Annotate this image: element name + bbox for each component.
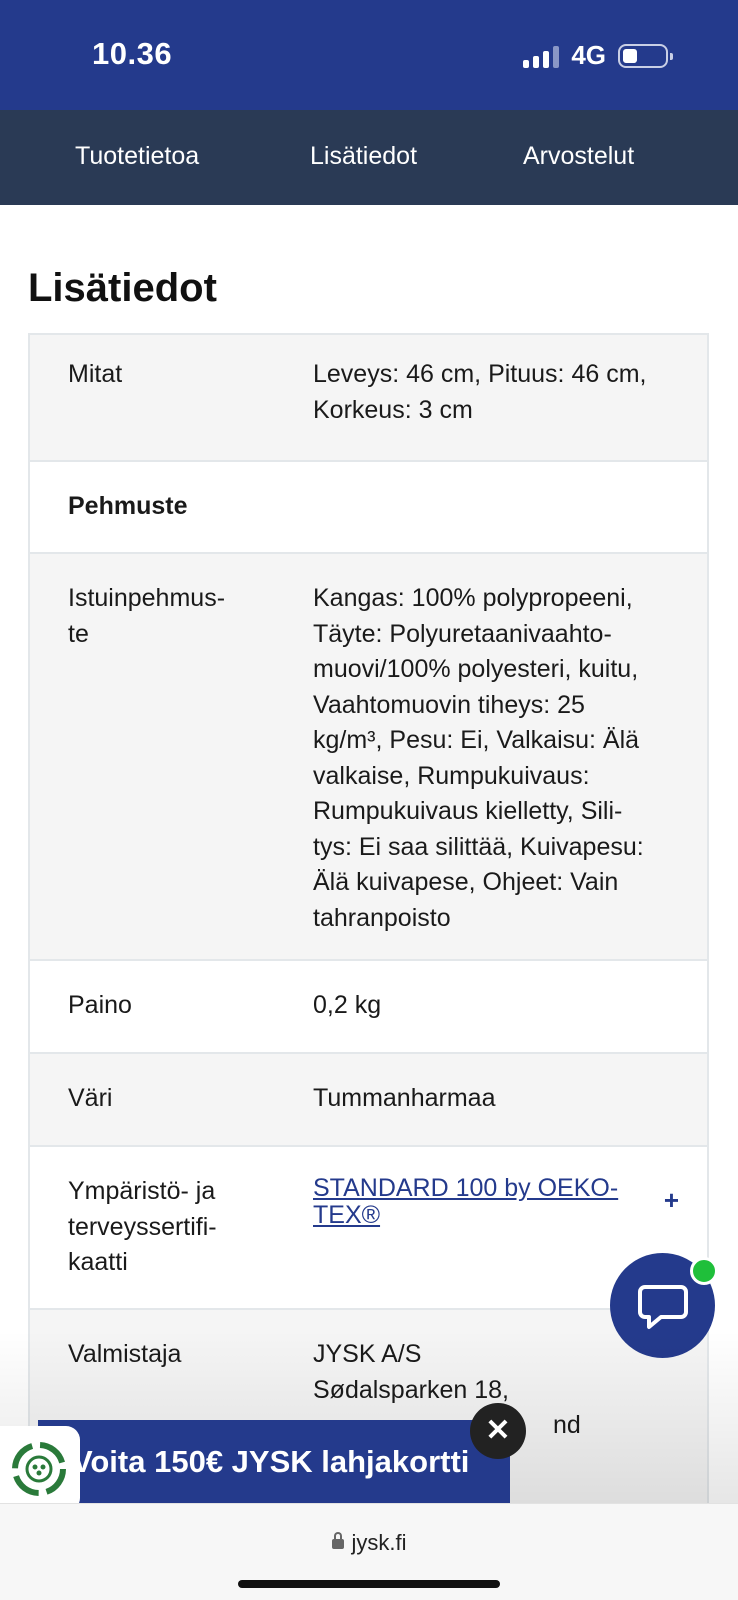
expand-plus-icon[interactable]: +: [664, 1185, 679, 1216]
link-line: TEX®: [313, 1201, 381, 1229]
network-type: 4G: [571, 40, 606, 70]
row-label: Väri: [68, 1084, 113, 1112]
section-heading: Lisätiedot: [28, 266, 217, 310]
row-value: Kangas: 100% polypropeeni, Täyte: Polyur…: [313, 581, 683, 936]
row-label: Ympäristö- ja terveyssertifi- kaatti: [68, 1174, 258, 1281]
label-line: te: [68, 619, 89, 648]
value-line: tys: Ei saa silittää, Kuivapesu:: [313, 832, 644, 861]
browser-address-bar: jysk.fi: [0, 1503, 738, 1600]
row-label: Istuinpehmus- te: [68, 581, 258, 652]
table-row-vari: Väri Tummanharmaa: [30, 1052, 707, 1145]
row-value: Leveys: 46 cm, Pituus: 46 cm, Korkeus: 3…: [313, 357, 683, 428]
link-line: STANDARD 100 by OEKO-: [313, 1174, 619, 1202]
value-line: Korkeus: 3 cm: [313, 395, 473, 424]
value-line: Vaahtomuovin tiheys: 25: [313, 690, 585, 719]
row-value: 0,2 kg: [313, 991, 382, 1019]
chat-bubble-icon: [638, 1285, 688, 1329]
table-row-pehmuste: Pehmuste: [30, 460, 707, 552]
row-label: Valmistaja: [68, 1340, 182, 1368]
gift-wheel-icon: [12, 1442, 66, 1496]
row-value: Tummanharmaa: [313, 1084, 496, 1112]
table-row-paino: Paino 0,2 kg: [30, 959, 707, 1052]
value-line: Kangas: 100% polypropeeni,: [313, 584, 633, 612]
value-line: Älä kuivapese, Ohjeet: Vain: [313, 868, 619, 896]
table-row-istuinpehmuste: Istuinpehmus- te Kangas: 100% polypropee…: [30, 552, 707, 959]
tab-lisatiedot[interactable]: Lisätiedot: [310, 142, 417, 171]
value-line: Rumpukuivaus kielletty, Sili-: [313, 797, 623, 825]
label-line: kaatti: [68, 1248, 128, 1276]
table-row-sertifikaatti: Ympäristö- ja terveyssertifi- kaatti STA…: [30, 1145, 707, 1308]
value-line: kg/m³, Pesu: Ei, Valkaisu: Älä: [313, 726, 640, 754]
promo-badge: [0, 1426, 80, 1512]
battery-icon: [618, 43, 673, 68]
url-text: jysk.fi: [351, 1530, 407, 1555]
promo-banner-text[interactable]: Voita 150€ JYSK lahjakortti: [72, 1444, 469, 1480]
status-time: 10.36: [92, 36, 173, 71]
value-line: tahranpoisto: [313, 903, 451, 932]
tab-tuotetietoa[interactable]: Tuotetietoa: [75, 142, 199, 171]
status-bar: 10.36 4G: [0, 0, 738, 110]
value-line: Täyte: Polyuretaanivaahto-: [313, 619, 612, 648]
signal-icon: [523, 44, 560, 68]
close-icon[interactable]: ✕: [470, 1403, 526, 1459]
product-tabs: Tuotetietoa Lisätiedot Arvostelut: [0, 110, 738, 205]
row-section-label: Pehmuste: [68, 492, 188, 520]
table-row-mitat: Mitat Leveys: 46 cm, Pituus: 46 cm, Kork…: [30, 333, 707, 460]
status-indicators: 4G: [523, 40, 673, 71]
row-label: Mitat: [68, 360, 123, 388]
row-label: Paino: [68, 991, 132, 1019]
label-line: Ympäristö- ja: [68, 1177, 216, 1205]
tab-arvostelut[interactable]: Arvostelut: [523, 142, 634, 171]
label-line: terveyssertifi-: [68, 1212, 217, 1241]
value-line: valkaise, Rumpukuivaus:: [313, 761, 590, 790]
label-line: Istuinpehmus-: [68, 584, 226, 612]
lock-icon: [331, 1532, 344, 1549]
online-status-dot: [690, 1257, 718, 1285]
value-line: muovi/100% polyesteri, kuitu,: [313, 655, 639, 683]
value-line: Leveys: 46 cm, Pituus: 46 cm,: [313, 360, 647, 388]
certificate-link[interactable]: STANDARD 100 by OEKO- TEX®: [313, 1175, 633, 1229]
home-indicator[interactable]: [238, 1580, 500, 1588]
url-field[interactable]: jysk.fi: [0, 1530, 738, 1556]
details-table: Mitat Leveys: 46 cm, Pituus: 46 cm, Kork…: [28, 333, 709, 1528]
